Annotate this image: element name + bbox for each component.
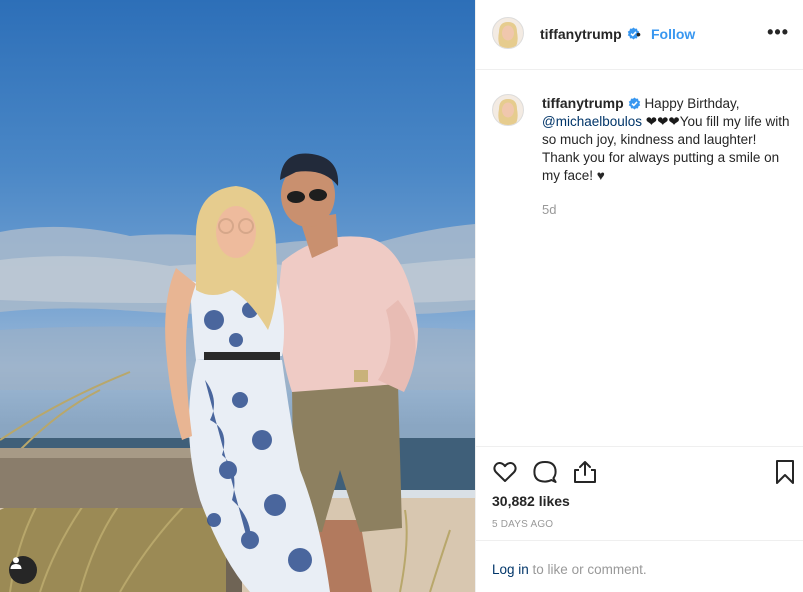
caption-avatar[interactable]	[492, 94, 524, 126]
post-header: tiffanytrump • Follow •••	[476, 0, 803, 70]
mention-link[interactable]: @michaelboulos	[542, 114, 642, 129]
caption-hearts: ❤❤❤	[645, 114, 680, 129]
likes-count[interactable]: 30,882 likes	[492, 493, 570, 509]
comment-icon[interactable]	[532, 459, 558, 485]
caption-time-ago[interactable]: 5d	[542, 202, 556, 217]
comment-login-bar: Log in to like or comment.	[476, 540, 803, 592]
photo-illustration	[0, 153, 475, 592]
heart-icon[interactable]	[492, 459, 518, 485]
login-link[interactable]: Log in	[492, 562, 529, 577]
avatar[interactable]	[492, 17, 524, 49]
post-sidebar: tiffanytrump • Follow ••• tiffanytrump H…	[475, 0, 803, 592]
follow-button[interactable]: Follow	[651, 26, 695, 42]
caption-username[interactable]: tiffanytrump	[542, 95, 624, 111]
separator-dot: •	[636, 26, 641, 42]
username-link[interactable]: tiffanytrump	[540, 26, 622, 42]
bookmark-icon[interactable]	[772, 459, 798, 485]
post-photo[interactable]	[0, 0, 475, 592]
more-options-icon[interactable]: •••	[767, 22, 789, 43]
action-bar: 30,882 likes 5 DAYS AGO	[476, 446, 803, 530]
caption-greeting: Happy Birthday,	[644, 96, 740, 111]
post-date[interactable]: 5 DAYS AGO	[492, 519, 553, 530]
instagram-post: tiffanytrump • Follow ••• tiffanytrump H…	[0, 0, 803, 592]
login-suffix: to like or comment.	[528, 562, 647, 577]
share-icon[interactable]	[572, 459, 598, 485]
login-prompt: Log in to like or comment.	[492, 562, 647, 577]
caption-text: tiffanytrump Happy Birthday, @michaelbou…	[542, 94, 792, 185]
person-tag-icon[interactable]	[9, 556, 37, 584]
verified-badge-icon	[628, 97, 640, 110]
